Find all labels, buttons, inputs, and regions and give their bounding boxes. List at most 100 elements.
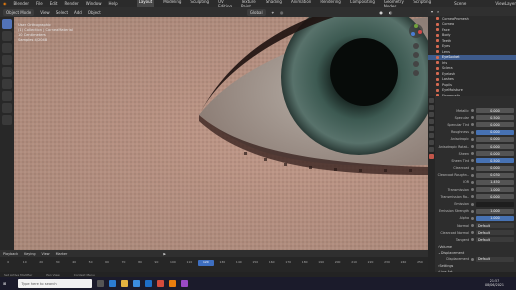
- timeline-view[interactable]: View: [42, 252, 50, 256]
- socket-icon[interactable]: [471, 195, 474, 199]
- add-cube-tool-icon[interactable]: [2, 115, 12, 125]
- object-tab-icon[interactable]: [429, 133, 434, 138]
- socket-icon[interactable]: [471, 202, 474, 206]
- blender-taskbar-icon[interactable]: [169, 280, 177, 287]
- socket-icon[interactable]: [471, 173, 474, 177]
- socket-icon[interactable]: [471, 180, 474, 184]
- menu-window[interactable]: Window: [86, 1, 102, 6]
- socket-icon[interactable]: [471, 109, 474, 113]
- shading-solid-icon[interactable]: ●: [379, 10, 383, 15]
- property-field[interactable]: 0.000: [476, 122, 514, 128]
- cursor-tool-icon[interactable]: [2, 31, 12, 41]
- property-field[interactable]: Default: [476, 230, 514, 236]
- socket-icon[interactable]: [471, 224, 474, 228]
- property-field[interactable]: 0.000: [476, 136, 514, 142]
- play-button-icon[interactable]: ▶: [163, 252, 166, 256]
- scale-tool-icon[interactable]: [2, 67, 12, 77]
- viewport-menu-view[interactable]: View: [40, 10, 50, 15]
- property-field[interactable]: 0.000: [476, 108, 514, 114]
- socket-icon[interactable]: [471, 209, 474, 213]
- property-field[interactable]: 1.000: [476, 208, 514, 214]
- viewport-info: User Orthographic (1) Collection | Corne…: [18, 23, 73, 43]
- output-tab-icon[interactable]: [429, 112, 434, 117]
- task-view-icon[interactable]: [97, 280, 105, 287]
- property-field[interactable]: 0.000: [476, 194, 514, 200]
- timeline-playback[interactable]: Playback: [3, 252, 18, 256]
- property-field[interactable]: 0.500: [476, 158, 514, 164]
- navigation-gizmo[interactable]: [407, 22, 425, 83]
- scene-selector[interactable]: Scene: [454, 1, 466, 6]
- menu-file[interactable]: File: [36, 1, 43, 6]
- outliner-filter-icon[interactable]: ▾: [431, 9, 433, 14]
- socket-icon[interactable]: [471, 238, 474, 242]
- menu-render[interactable]: Render: [64, 1, 78, 6]
- scene-tab-icon[interactable]: [429, 119, 434, 124]
- material-tab-icon[interactable]: [429, 154, 434, 159]
- socket-icon[interactable]: [471, 188, 474, 192]
- property-field[interactable]: 1.000: [476, 215, 514, 221]
- property-label: Emission Strength: [439, 209, 469, 214]
- viewport-menu-select[interactable]: Select: [56, 10, 68, 15]
- socket-icon[interactable]: [471, 231, 474, 235]
- socket-icon[interactable]: [471, 152, 474, 156]
- ruler-tick: 50: [88, 260, 93, 264]
- timeline-keying[interactable]: Keying: [24, 252, 35, 256]
- chrome-icon[interactable]: [157, 280, 165, 287]
- outliner-search-icon[interactable]: ⌕: [437, 9, 439, 14]
- timeline-marker[interactable]: Marker: [56, 252, 68, 256]
- viewport-menu-add[interactable]: Add: [74, 10, 82, 15]
- move-tool-icon[interactable]: [2, 43, 12, 53]
- socket-icon[interactable]: [471, 116, 474, 120]
- snap-icon[interactable]: ⌖: [272, 10, 274, 15]
- property-field[interactable]: 0.000: [476, 165, 514, 171]
- store-icon[interactable]: [133, 280, 141, 287]
- property-field[interactable]: Default: [476, 237, 514, 243]
- proportional-edit-icon[interactable]: ◎: [280, 10, 284, 15]
- modifier-tab-icon[interactable]: [429, 140, 434, 145]
- property-field[interactable]: 0.000: [476, 129, 514, 135]
- edge-icon[interactable]: [109, 280, 117, 287]
- socket-icon[interactable]: [471, 137, 474, 141]
- rotate-tool-icon[interactable]: [2, 55, 12, 65]
- mail-icon[interactable]: [145, 280, 153, 287]
- system-clock[interactable]: 21:57 08/06/2021: [485, 279, 504, 287]
- socket-icon[interactable]: [471, 216, 474, 220]
- world-tab-icon[interactable]: [429, 126, 434, 131]
- mode-selector[interactable]: Object Mode: [3, 8, 35, 16]
- property-field[interactable]: 0.000: [476, 151, 514, 157]
- socket-icon[interactable]: [471, 130, 474, 134]
- transform-tool-icon[interactable]: [2, 79, 12, 89]
- property-field[interactable]: Default: [476, 223, 514, 229]
- socket-icon[interactable]: [471, 159, 474, 163]
- blender-logo-icon[interactable]: ◉: [3, 1, 7, 6]
- tool-tab-icon[interactable]: [429, 98, 434, 103]
- menu-help[interactable]: Help: [108, 1, 117, 6]
- file-explorer-icon[interactable]: [121, 280, 129, 287]
- app-icon[interactable]: [181, 280, 189, 287]
- property-field[interactable]: 0.000: [476, 144, 514, 150]
- viewport-menu-object[interactable]: Object: [88, 10, 101, 15]
- view-layer-selector[interactable]: ViewLayer: [495, 1, 516, 6]
- render-tab-icon[interactable]: [429, 105, 434, 110]
- socket-icon[interactable]: [471, 166, 474, 170]
- property-field[interactable]: 1.450: [476, 179, 514, 185]
- measure-tool-icon[interactable]: [2, 103, 12, 113]
- physics-tab-icon[interactable]: [429, 147, 434, 152]
- property-field[interactable]: [476, 201, 514, 207]
- socket-icon[interactable]: [471, 257, 474, 261]
- socket-icon[interactable]: [471, 145, 474, 149]
- timeline-ruler[interactable]: 0 10 20 30 40 50 60 70 80 90 100 110 120 130 140 150 160…: [0, 260, 428, 266]
- displacement-field[interactable]: Default: [476, 256, 514, 262]
- windows-start-icon[interactable]: ⊞: [3, 281, 6, 286]
- annotate-tool-icon[interactable]: [2, 91, 12, 101]
- property-field[interactable]: 0.500: [476, 115, 514, 121]
- property-field[interactable]: 1.000: [476, 187, 514, 193]
- taskbar-search[interactable]: Type here to search: [18, 279, 93, 288]
- menu-edit[interactable]: Edit: [50, 1, 58, 6]
- 3d-viewport[interactable]: [14, 17, 428, 250]
- property-field[interactable]: 0.030: [476, 172, 514, 178]
- socket-icon[interactable]: [471, 123, 474, 127]
- transform-orientation[interactable]: Global: [246, 8, 266, 16]
- shading-rendered-icon[interactable]: ◐: [389, 10, 393, 15]
- select-tool-icon[interactable]: [2, 19, 12, 29]
